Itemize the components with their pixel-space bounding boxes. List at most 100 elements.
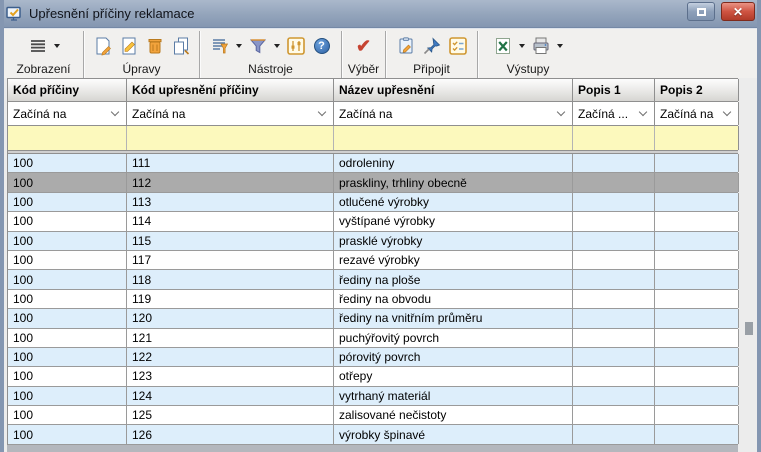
filter-mode-dropdown-nazev-upresneni[interactable]: Začíná na (334, 102, 573, 125)
row-cell-kod-upresneni[interactable]: 121 (127, 329, 334, 347)
row-cell-popis-1[interactable] (573, 406, 655, 424)
row-cell-kod-priciny[interactable]: 100 (8, 348, 127, 366)
row-cell-popis-2[interactable] (655, 309, 739, 327)
excel-export-icon[interactable] (492, 35, 514, 57)
row-cell-popis-2[interactable] (655, 193, 739, 211)
row-cell-nazev-upresneni[interactable]: výrobky špinavé (334, 425, 573, 443)
filter-mode-dropdown-kod-priciny[interactable]: Začíná na (8, 102, 127, 125)
row-cell-kod-upresneni[interactable]: 122 (127, 348, 334, 366)
checklist-icon[interactable] (447, 35, 469, 57)
table-row[interactable]: 100 117 rezavé výrobky (8, 251, 738, 270)
row-cell-kod-upresneni[interactable]: 117 (127, 251, 334, 269)
row-cell-kod-priciny[interactable]: 100 (8, 212, 127, 230)
table-row[interactable]: 100 125 zalisované nečistoty (8, 406, 738, 425)
row-cell-kod-priciny[interactable]: 100 (8, 251, 127, 269)
row-cell-nazev-upresneni[interactable]: vytrhaný materiál (334, 387, 573, 405)
row-cell-popis-1[interactable] (573, 367, 655, 385)
row-cell-kod-upresneni[interactable]: 115 (127, 232, 334, 250)
table-row[interactable]: 100 114 vyštípané výrobky (8, 212, 738, 231)
row-cell-kod-upresneni[interactable]: 126 (127, 425, 334, 443)
row-cell-popis-2[interactable] (655, 173, 739, 191)
column-header-kod-priciny[interactable]: Kód příčiny (8, 79, 127, 101)
row-cell-popis-1[interactable] (573, 309, 655, 327)
row-cell-popis-2[interactable] (655, 406, 739, 424)
filter-input-kod-upresneni[interactable] (127, 126, 333, 150)
table-row[interactable]: 100 120 řediny na vnitřním průměru (8, 309, 738, 328)
filter-mode-dropdown-kod-upresneni[interactable]: Začíná na (127, 102, 334, 125)
row-cell-kod-upresneni[interactable]: 113 (127, 193, 334, 211)
filter-input-popis-1[interactable] (573, 126, 654, 150)
parameters-icon[interactable] (285, 35, 307, 57)
row-cell-popis-1[interactable] (573, 290, 655, 308)
row-cell-popis-1[interactable] (573, 212, 655, 230)
dropdown-arrow-icon[interactable] (519, 44, 525, 48)
delete-record-icon[interactable] (144, 35, 166, 57)
row-cell-kod-priciny[interactable]: 100 (8, 232, 127, 250)
row-cell-nazev-upresneni[interactable]: řediny na obvodu (334, 290, 573, 308)
row-cell-kod-priciny[interactable]: 100 (8, 406, 127, 424)
filter-icon[interactable] (247, 35, 269, 57)
scrollbar-thumb[interactable] (745, 322, 753, 335)
table-row[interactable]: 100 119 řediny na obvodu (8, 290, 738, 309)
dropdown-arrow-icon[interactable] (557, 44, 563, 48)
help-icon[interactable]: ? (311, 35, 333, 57)
row-cell-kod-upresneni[interactable]: 118 (127, 270, 334, 288)
copy-record-icon[interactable] (170, 35, 192, 57)
row-cell-nazev-upresneni[interactable]: otřepy (334, 367, 573, 385)
row-cell-kod-priciny[interactable]: 100 (8, 387, 127, 405)
filter-mode-dropdown-popis-1[interactable]: Začíná ... (573, 102, 655, 125)
view-list-icon[interactable] (27, 35, 49, 57)
pin-icon[interactable] (421, 35, 443, 57)
row-cell-kod-priciny[interactable]: 100 (8, 270, 127, 288)
filter-input-popis-2[interactable] (655, 126, 738, 150)
filter-input-nazev-upresneni[interactable] (334, 126, 572, 150)
edit-record-icon[interactable] (118, 35, 140, 57)
vertical-scrollbar[interactable] (741, 78, 757, 452)
row-cell-kod-priciny[interactable]: 100 (8, 425, 127, 443)
column-header-popis-2[interactable]: Popis 2 (655, 79, 739, 101)
column-header-nazev-upresneni[interactable]: Název upřesnění (334, 79, 573, 101)
table-row[interactable]: 100 122 pórovitý povrch (8, 348, 738, 367)
row-cell-kod-upresneni[interactable]: 125 (127, 406, 334, 424)
row-cell-nazev-upresneni[interactable]: pórovitý povrch (334, 348, 573, 366)
table-row[interactable]: 100 121 puchýřovitý povrch (8, 329, 738, 348)
row-cell-popis-2[interactable] (655, 348, 739, 366)
table-row[interactable]: 100 118 řediny na ploše (8, 270, 738, 289)
row-cell-popis-2[interactable] (655, 290, 739, 308)
row-cell-nazev-upresneni[interactable]: prasklé výrobky (334, 232, 573, 250)
row-cell-popis-1[interactable] (573, 173, 655, 191)
row-cell-nazev-upresneni[interactable]: rezavé výrobky (334, 251, 573, 269)
row-cell-popis-1[interactable] (573, 154, 655, 172)
row-cell-popis-1[interactable] (573, 270, 655, 288)
column-header-popis-1[interactable]: Popis 1 (573, 79, 655, 101)
row-cell-popis-1[interactable] (573, 251, 655, 269)
table-row[interactable]: 100 123 otřepy (8, 367, 738, 386)
column-header-kod-upresneni[interactable]: Kód upřesnění příčiny (127, 79, 334, 101)
select-check-icon[interactable]: ✔ (353, 35, 375, 57)
print-icon[interactable] (530, 35, 552, 57)
row-cell-nazev-upresneni[interactable]: otlučené výrobky (334, 193, 573, 211)
row-cell-popis-1[interactable] (573, 425, 655, 443)
row-cell-popis-2[interactable] (655, 212, 739, 230)
row-cell-popis-1[interactable] (573, 193, 655, 211)
row-cell-nazev-upresneni[interactable]: puchýřovitý povrch (334, 329, 573, 347)
app-icon[interactable] (6, 6, 23, 22)
row-cell-kod-priciny[interactable]: 100 (8, 154, 127, 172)
row-cell-popis-2[interactable] (655, 425, 739, 443)
row-cell-kod-upresneni[interactable]: 111 (127, 154, 334, 172)
row-cell-nazev-upresneni[interactable]: vyštípané výrobky (334, 212, 573, 230)
attach-note-icon[interactable] (395, 35, 417, 57)
table-row[interactable]: 100 126 výrobky špinavé (8, 425, 738, 444)
row-cell-kod-upresneni[interactable]: 123 (127, 367, 334, 385)
row-cell-kod-upresneni[interactable]: 120 (127, 309, 334, 327)
row-cell-kod-upresneni[interactable]: 112 (127, 173, 334, 191)
table-row[interactable]: 100 115 prasklé výrobky (8, 232, 738, 251)
table-row[interactable]: 100 113 otlučené výrobky (8, 193, 738, 212)
row-cell-popis-2[interactable] (655, 232, 739, 250)
row-cell-nazev-upresneni[interactable]: odroleniny (334, 154, 573, 172)
row-cell-kod-priciny[interactable]: 100 (8, 367, 127, 385)
row-cell-kod-priciny[interactable]: 100 (8, 329, 127, 347)
row-cell-kod-priciny[interactable]: 100 (8, 173, 127, 191)
dropdown-arrow-icon[interactable] (236, 44, 242, 48)
table-row[interactable]: 100 124 vytrhaný materiál (8, 387, 738, 406)
